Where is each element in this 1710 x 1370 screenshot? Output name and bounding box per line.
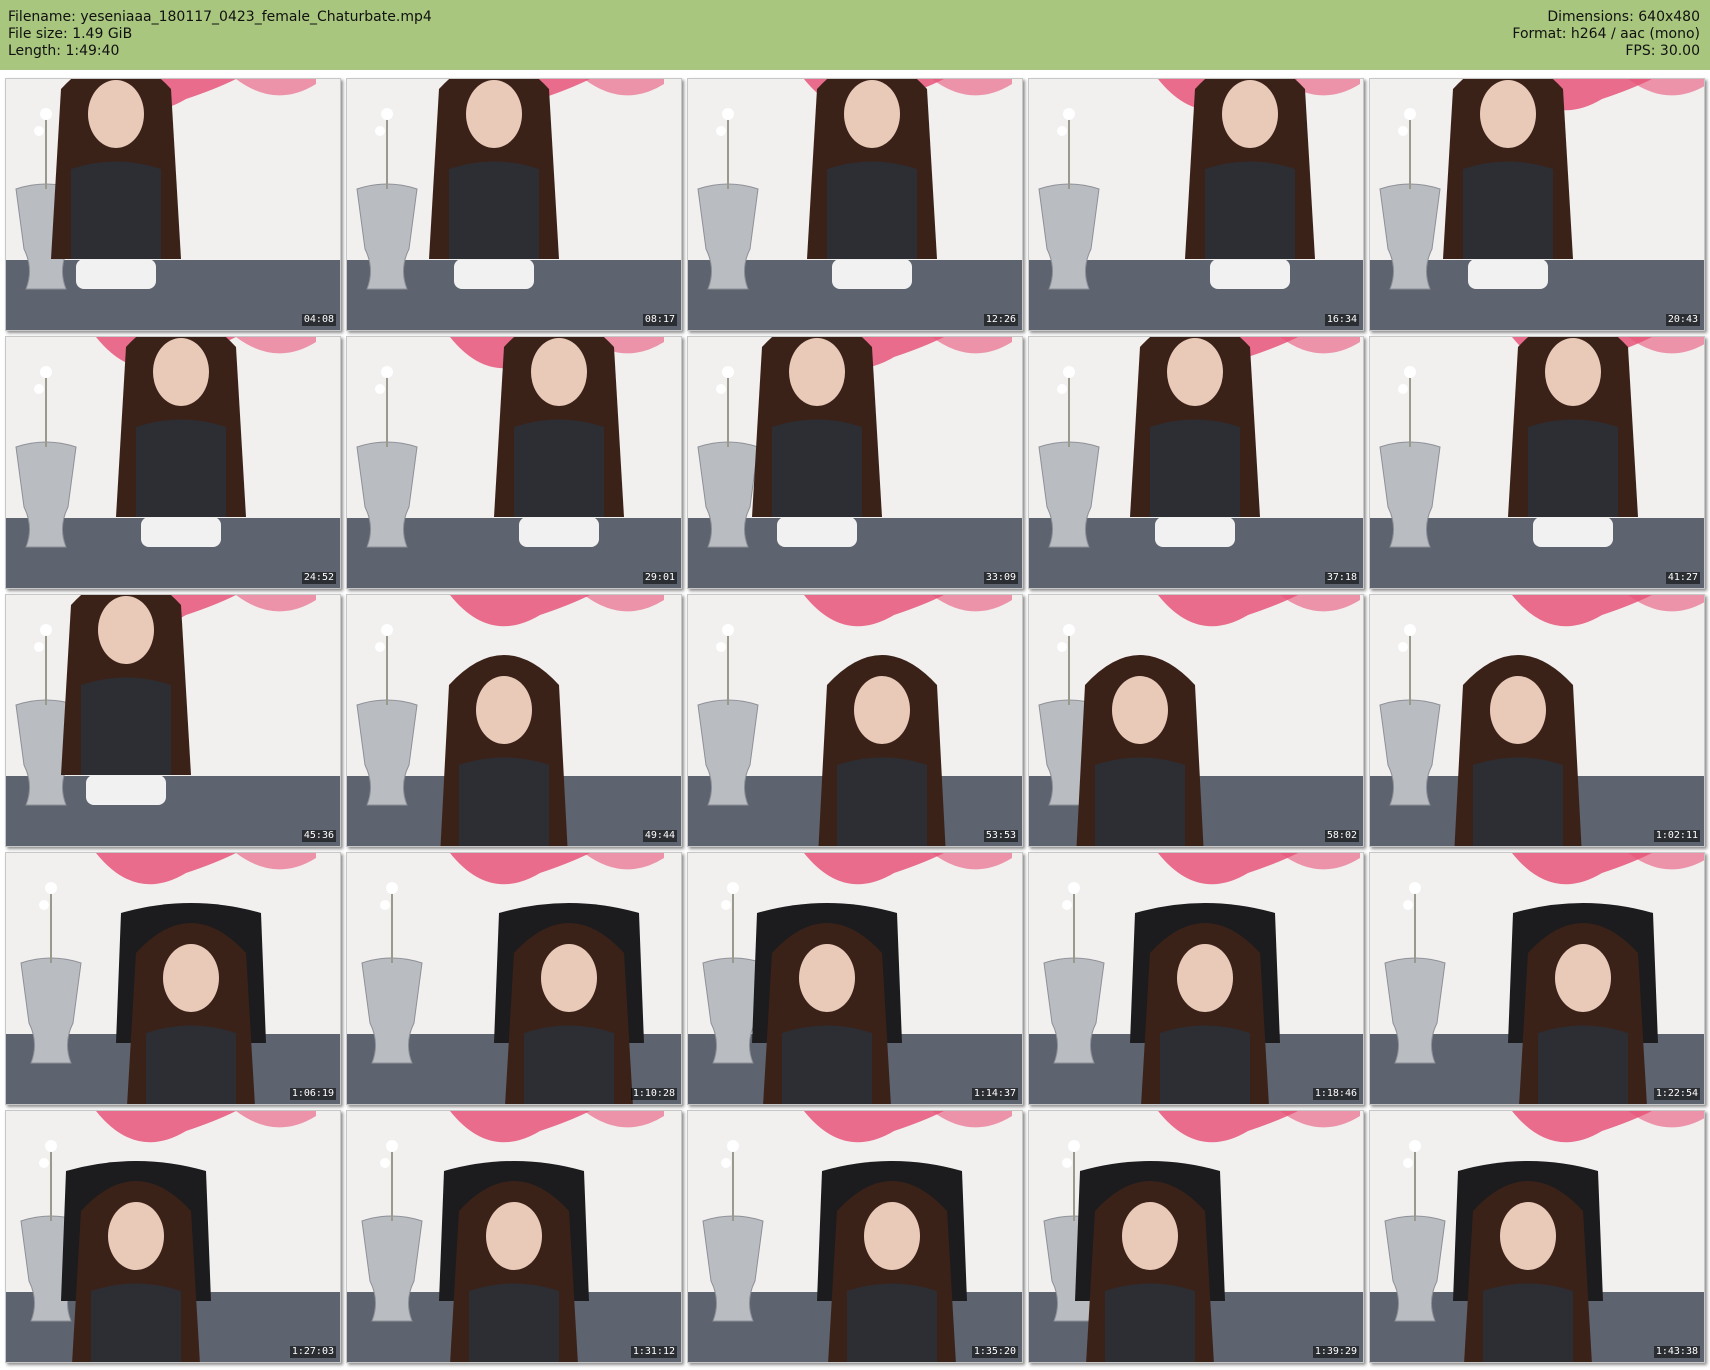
video-frame bbox=[347, 595, 681, 846]
thumbnail-timestamp: 1:31:12 bbox=[630, 1346, 677, 1358]
dimensions-value: 640x480 bbox=[1638, 9, 1700, 25]
length-label: Length: bbox=[8, 43, 62, 59]
thumbnail-timestamp: 45:36 bbox=[301, 830, 336, 842]
video-frame bbox=[1370, 853, 1704, 1104]
video-thumbnail: 1:27:03 bbox=[5, 1110, 341, 1363]
video-thumbnail: 08:17 bbox=[346, 78, 682, 331]
thumbnail-timestamp: 1:39:29 bbox=[1312, 1346, 1359, 1358]
video-thumbnail: 1:22:54 bbox=[1369, 852, 1705, 1105]
thumbnail-grid: 04:08 08:17 12:26 16:34 20:43 24:52 29:0… bbox=[0, 70, 1710, 1370]
thumbnail-timestamp: 24:52 bbox=[301, 572, 336, 584]
video-thumbnail: 58:02 bbox=[1028, 594, 1364, 847]
video-frame bbox=[6, 595, 340, 846]
video-thumbnail: 33:09 bbox=[687, 336, 1023, 589]
format-line: Format: h264 / aac (mono) bbox=[1512, 26, 1700, 43]
fps-value: 30.00 bbox=[1659, 43, 1700, 59]
video-frame bbox=[6, 337, 340, 588]
filename-value: yeseniaaa_180117_0423_female_Chaturbate.… bbox=[80, 9, 432, 25]
video-thumbnail: 1:43:38 bbox=[1369, 1110, 1705, 1363]
filename-line: Filename: yeseniaaa_180117_0423_female_C… bbox=[8, 9, 432, 26]
video-thumbnail: 20:43 bbox=[1369, 78, 1705, 331]
thumbnail-timestamp: 37:18 bbox=[1324, 572, 1359, 584]
dimensions-line: Dimensions: 640x480 bbox=[1512, 9, 1700, 26]
thumbnail-timestamp: 12:26 bbox=[983, 314, 1018, 326]
thumbnail-timestamp: 1:06:19 bbox=[289, 1088, 336, 1100]
video-thumbnail: 1:14:37 bbox=[687, 852, 1023, 1105]
video-frame bbox=[1029, 595, 1363, 846]
thumbnail-timestamp: 1:10:28 bbox=[630, 1088, 677, 1100]
video-frame bbox=[1370, 1111, 1704, 1362]
video-thumbnail: 53:53 bbox=[687, 594, 1023, 847]
filesize-value: 1.49 GiB bbox=[72, 26, 133, 42]
video-frame bbox=[688, 337, 1022, 588]
thumbnail-timestamp: 53:53 bbox=[983, 830, 1018, 842]
video-frame bbox=[1029, 853, 1363, 1104]
video-thumbnail: 1:35:20 bbox=[687, 1110, 1023, 1363]
stream-info: Dimensions: 640x480 Format: h264 / aac (… bbox=[1512, 9, 1700, 60]
video-thumbnail: 1:06:19 bbox=[5, 852, 341, 1105]
video-frame bbox=[347, 337, 681, 588]
thumbnail-timestamp: 16:34 bbox=[1324, 314, 1359, 326]
video-thumbnail: 04:08 bbox=[5, 78, 341, 331]
video-thumbnail: 45:36 bbox=[5, 594, 341, 847]
thumbnail-timestamp: 1:22:54 bbox=[1653, 1088, 1700, 1100]
filename-label: Filename: bbox=[8, 9, 76, 25]
video-frame bbox=[688, 853, 1022, 1104]
video-frame bbox=[1029, 1111, 1363, 1362]
video-thumbnail: 12:26 bbox=[687, 78, 1023, 331]
sheet-header: Filename: yeseniaaa_180117_0423_female_C… bbox=[0, 0, 1710, 70]
thumbnail-timestamp: 1:27:03 bbox=[289, 1346, 336, 1358]
video-frame bbox=[6, 1111, 340, 1362]
length-line: Length: 1:49:40 bbox=[8, 43, 432, 60]
video-frame bbox=[1370, 337, 1704, 588]
video-thumbnail: 29:01 bbox=[346, 336, 682, 589]
video-thumbnail: 1:31:12 bbox=[346, 1110, 682, 1363]
thumbnail-timestamp: 1:14:37 bbox=[971, 1088, 1018, 1100]
fps-label: FPS: bbox=[1625, 43, 1656, 59]
fps-line: FPS: 30.00 bbox=[1512, 43, 1700, 60]
format-value: h264 / aac (mono) bbox=[1570, 26, 1700, 42]
video-thumbnail: 1:39:29 bbox=[1028, 1110, 1364, 1363]
video-thumbnail: 1:02:11 bbox=[1369, 594, 1705, 847]
dimensions-label: Dimensions: bbox=[1547, 9, 1634, 25]
video-frame bbox=[6, 79, 340, 330]
thumbnail-timestamp: 1:02:11 bbox=[1653, 830, 1700, 842]
video-frame bbox=[688, 1111, 1022, 1362]
thumbnail-timestamp: 20:43 bbox=[1665, 314, 1700, 326]
thumbnail-timestamp: 49:44 bbox=[642, 830, 677, 842]
video-thumbnail: 49:44 bbox=[346, 594, 682, 847]
format-label: Format: bbox=[1512, 26, 1567, 42]
video-thumbnail: 1:18:46 bbox=[1028, 852, 1364, 1105]
video-frame bbox=[6, 853, 340, 1104]
length-value: 1:49:40 bbox=[65, 43, 120, 59]
thumbnail-timestamp: 08:17 bbox=[642, 314, 677, 326]
thumbnail-timestamp: 29:01 bbox=[642, 572, 677, 584]
thumbnail-timestamp: 33:09 bbox=[983, 572, 1018, 584]
thumbnail-timestamp: 41:27 bbox=[1665, 572, 1700, 584]
video-frame bbox=[1029, 79, 1363, 330]
thumbnail-timestamp: 1:35:20 bbox=[971, 1346, 1018, 1358]
video-frame bbox=[688, 79, 1022, 330]
thumbnail-timestamp: 1:18:46 bbox=[1312, 1088, 1359, 1100]
video-thumbnail: 24:52 bbox=[5, 336, 341, 589]
video-thumbnail: 41:27 bbox=[1369, 336, 1705, 589]
filesize-line: File size: 1.49 GiB bbox=[8, 26, 432, 43]
thumbnail-timestamp: 04:08 bbox=[301, 314, 336, 326]
thumbnail-timestamp: 58:02 bbox=[1324, 830, 1359, 842]
video-frame bbox=[1370, 79, 1704, 330]
video-thumbnail: 37:18 bbox=[1028, 336, 1364, 589]
video-frame bbox=[347, 79, 681, 330]
video-frame bbox=[1370, 595, 1704, 846]
video-frame bbox=[347, 1111, 681, 1362]
filesize-label: File size: bbox=[8, 26, 68, 42]
video-thumbnail: 16:34 bbox=[1028, 78, 1364, 331]
video-frame bbox=[1029, 337, 1363, 588]
thumbnail-timestamp: 1:43:38 bbox=[1653, 1346, 1700, 1358]
video-thumbnail: 1:10:28 bbox=[346, 852, 682, 1105]
video-frame bbox=[347, 853, 681, 1104]
video-frame bbox=[688, 595, 1022, 846]
file-info: Filename: yeseniaaa_180117_0423_female_C… bbox=[8, 9, 432, 60]
